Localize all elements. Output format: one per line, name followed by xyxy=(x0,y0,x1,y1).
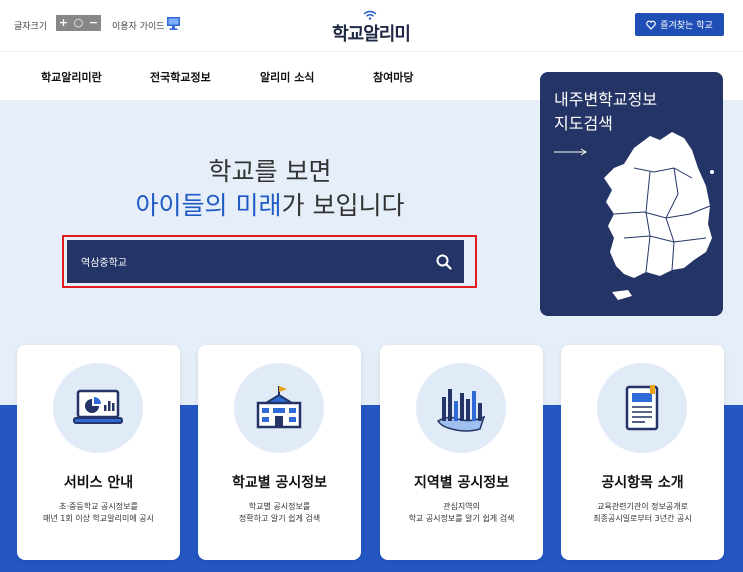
hero-highlight-future: 미래 xyxy=(235,191,282,220)
user-guide-link[interactable]: 이용자 가이드 xyxy=(112,19,165,32)
card-icon-circle xyxy=(234,363,324,453)
font-size-reset-button[interactable]: ○ xyxy=(74,15,84,31)
card-description-line1: 관심지역의 xyxy=(443,502,480,511)
card-description-line2: 매년 1회 이상 학교알리미에 공시 xyxy=(43,514,154,523)
card-title: 지역별 공시정보 xyxy=(413,475,510,491)
card-title: 공시항목 소개 xyxy=(601,475,684,491)
hero-headline-line2: 아이들의 미래가 보입니다 xyxy=(0,186,540,222)
site-logo[interactable]: 학교알리미 xyxy=(329,10,413,45)
font-size-label: 글자크기 xyxy=(14,22,48,32)
card-description-line2: 학교 공시정보를 알기 쉽게 검색 xyxy=(408,514,515,523)
card-title: 서비스 안내 xyxy=(63,475,134,491)
card-service-guide[interactable]: 서비스 안내 초·중등학교 공시정보를 매년 1회 이상 학교알리미에 공시 xyxy=(17,345,180,560)
card-description-line1: 학교별 공시정보를 xyxy=(248,502,311,511)
school-search-input[interactable]: 역삼중학교 xyxy=(67,240,464,283)
card-icon-circle xyxy=(416,363,506,453)
hero-headline-rest: 가 보입니다 xyxy=(281,191,405,220)
document-icon xyxy=(625,385,659,431)
laptop-chart-icon xyxy=(73,389,123,424)
wifi-icon xyxy=(363,10,377,20)
school-building-icon xyxy=(256,386,302,429)
card-regional-disclosure[interactable]: 지역별 공시정보 관심지역의 학교 공시정보를 알기 쉽게 검색 xyxy=(380,345,543,560)
card-school-disclosure[interactable]: 학교별 공시정보 학교별 공시정보를 정확하고 알기 쉽게 검색 xyxy=(198,345,361,560)
map-card-title-line1: 내주변학교정보 xyxy=(554,90,658,109)
map-search-card[interactable]: 내주변학교정보 지도검색 xyxy=(540,72,723,316)
hero-highlight-children: 아이들의 xyxy=(135,191,228,220)
nav-item-about[interactable]: 학교알리미란 xyxy=(41,69,102,85)
card-description-line1: 초·중등학교 공시정보를 xyxy=(59,502,138,511)
search-input-value: 역삼중학교 xyxy=(81,258,127,269)
card-title: 학교별 공시정보 xyxy=(231,475,328,491)
search-icon[interactable] xyxy=(436,254,452,270)
font-size-increase-button[interactable]: + xyxy=(59,15,68,31)
top-bar: 글자크기 + ○ − 이용자 가이드 학교알리미 즐겨찾는 학교 xyxy=(0,0,743,52)
logo-text: 학교알리미 xyxy=(332,24,411,45)
card-disclosure-items[interactable]: 공시항목 소개 교육관련기관이 정보공개로 최종공시일로부터 3년간 공시 xyxy=(561,345,724,560)
nav-item-national-info[interactable]: 전국학교정보 xyxy=(150,69,211,85)
card-icon-circle xyxy=(597,363,687,453)
font-size-controls: + ○ − xyxy=(56,15,101,31)
favorite-schools-button[interactable]: 즐겨찾는 학교 xyxy=(635,13,724,36)
hero-space xyxy=(228,191,236,220)
heart-icon xyxy=(646,20,657,30)
arrow-right-icon xyxy=(554,148,587,156)
nav-item-news[interactable]: 알리미 소식 xyxy=(260,69,314,85)
hero-headline-line1: 학교를 보면 xyxy=(208,157,332,186)
nav-item-participation[interactable]: 참여마당 xyxy=(373,69,413,85)
card-icon-circle xyxy=(53,363,143,453)
favorite-schools-label: 즐겨찾는 학교 xyxy=(660,21,713,31)
card-description-line1: 교육관련기관이 정보공개로 xyxy=(597,502,688,511)
korea-map-icon xyxy=(604,132,714,300)
card-description-line2: 최종공시일로부터 3년간 공시 xyxy=(593,514,692,523)
monitor-icon[interactable] xyxy=(166,16,181,31)
card-description-line2: 정확하고 알기 쉽게 검색 xyxy=(238,514,321,523)
font-size-decrease-button[interactable]: − xyxy=(89,15,98,31)
regional-bar-chart-icon xyxy=(436,389,486,432)
